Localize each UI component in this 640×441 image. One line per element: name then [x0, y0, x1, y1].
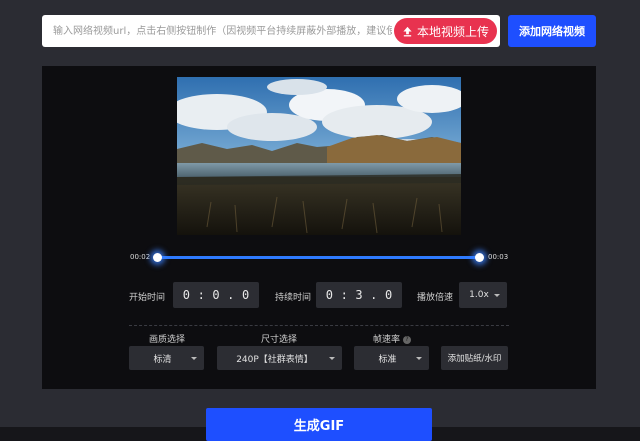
video-editor-panel: 00:02 00:03 开始时间 0 : 0 . 0 持续时间 0 : 3 . …	[42, 66, 596, 389]
quality-select[interactable]: 标清	[129, 346, 204, 370]
chevron-down-icon	[416, 357, 422, 360]
start-time-minutes[interactable]: 0	[183, 288, 190, 302]
chevron-down-icon	[329, 357, 335, 360]
timeline-end-handle[interactable]	[475, 253, 484, 262]
question-icon[interactable]: ?	[403, 335, 412, 344]
duration-label: 持续时间	[275, 293, 312, 303]
frame-rate-select[interactable]: 标准	[354, 346, 429, 370]
playback-speed-value: 1.0x	[469, 290, 489, 300]
duration-colon: :	[340, 288, 348, 302]
start-time-seconds[interactable]: 0	[212, 288, 219, 302]
frame-rate-label-text: 帧速率	[373, 335, 401, 345]
add-sticker-watermark-button[interactable]: 添加贴纸/水印	[441, 346, 508, 370]
frame-rate-label: 帧速率?	[373, 332, 412, 345]
size-label: 尺寸选择	[261, 335, 298, 345]
timeline-start-handle[interactable]	[153, 253, 162, 262]
upload-icon	[403, 26, 412, 36]
size-value: 240P【社群表情】	[236, 354, 313, 365]
local-upload-label: 本地视频上传	[416, 24, 489, 39]
duration-seconds[interactable]: 3	[355, 288, 362, 302]
size-select[interactable]: 240P【社群表情】	[217, 346, 342, 370]
quality-label: 画质选择	[149, 335, 186, 345]
timeline-selection	[157, 256, 480, 259]
start-time-label: 开始时间	[129, 293, 166, 303]
duration-tenths[interactable]: 0	[385, 288, 392, 302]
playback-speed-label: 播放倍速	[417, 293, 454, 303]
add-network-video-button[interactable]: 添加网络视频	[508, 15, 596, 47]
timeline-track[interactable]	[157, 256, 480, 259]
url-input-bar: 本地视频上传	[42, 15, 500, 47]
chevron-down-icon	[191, 357, 197, 360]
frame-rate-value: 标准	[378, 354, 397, 365]
chevron-down-icon	[494, 294, 500, 297]
duration-input[interactable]: 0 : 3 . 0	[316, 282, 402, 308]
duration-dot: .	[370, 288, 378, 302]
settings-divider	[129, 325, 509, 326]
quality-value: 标清	[153, 354, 172, 365]
start-time-input[interactable]: 0 : 0 . 0	[173, 282, 259, 308]
video-url-input[interactable]	[42, 15, 392, 47]
video-frame-landscape	[177, 77, 461, 235]
timeline-end-label: 00:03	[488, 253, 509, 261]
start-time-dot: .	[227, 288, 235, 302]
generate-gif-button[interactable]: 生成GIF	[206, 408, 432, 441]
start-time-colon: :	[197, 288, 205, 302]
start-time-tenths[interactable]: 0	[242, 288, 249, 302]
video-preview[interactable]	[177, 77, 461, 235]
timeline-start-label: 00:02	[130, 253, 151, 261]
playback-speed-select[interactable]: 1.0x	[459, 282, 507, 308]
local-upload-button[interactable]: 本地视频上传	[394, 18, 497, 44]
duration-minutes[interactable]: 0	[326, 288, 333, 302]
